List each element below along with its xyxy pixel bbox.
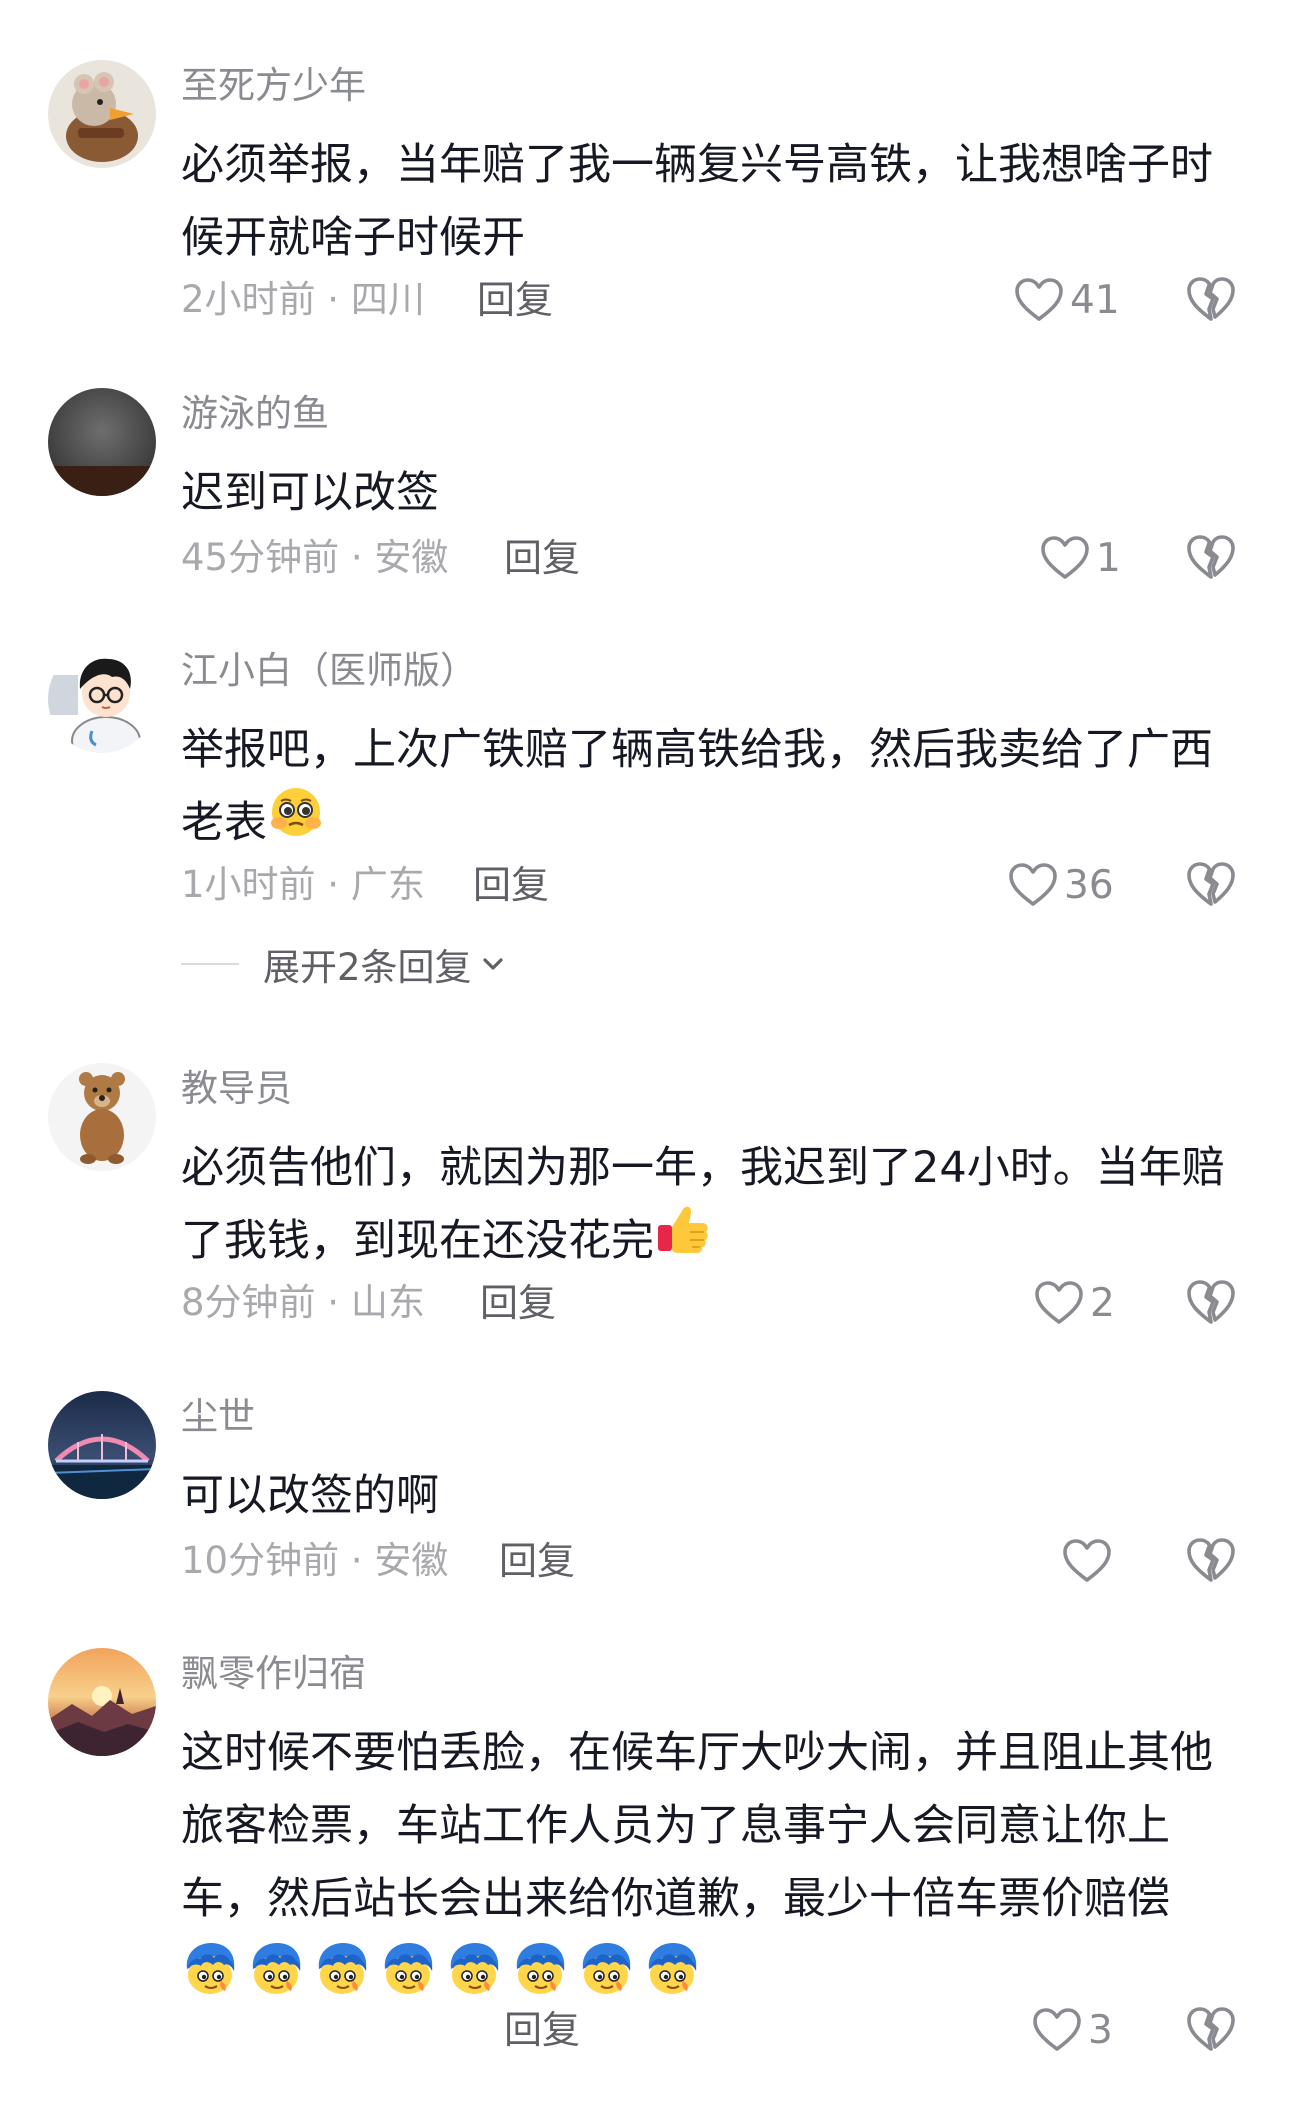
thumbs-up-emoji bbox=[654, 1199, 712, 1280]
comment-text: 这时候不要怕丢脸，在候车厅大吵大闹，并且阻止其他旅客检票，车站工作人员为了息事宁… bbox=[181, 1717, 1241, 2000]
heart-outline-icon bbox=[1014, 277, 1064, 323]
username[interactable]: 飘零作归宿 bbox=[181, 1652, 1241, 1696]
comment-text-content: 这时候不要怕丢脸，在候车厅大吵大闹，并且阻止其他旅客检票，车站工作人员为了息事宁… bbox=[181, 1728, 1213, 1924]
blue-hair-character-emoji bbox=[379, 1939, 437, 1997]
like-count: 41 bbox=[1070, 277, 1120, 323]
blue-hair-character-emoji bbox=[511, 1939, 569, 1997]
username[interactable]: 尘世 bbox=[181, 1395, 1241, 1439]
comment-meta: 8分钟前 · 山东 bbox=[181, 1281, 425, 1324]
dislike-button[interactable] bbox=[1186, 860, 1236, 910]
avatar[interactable] bbox=[48, 645, 156, 753]
broken-heart-outline-icon bbox=[1186, 1278, 1236, 1326]
expand-replies-button[interactable]: 展开2条回复 bbox=[181, 939, 508, 989]
comment-text-content: 举报吧，上次广铁赔了辆高铁给我，然后我卖给了广西老表 bbox=[181, 725, 1213, 848]
avatar[interactable] bbox=[48, 60, 156, 168]
blue-hair-character-emoji bbox=[313, 1939, 371, 1997]
avatar[interactable] bbox=[48, 388, 156, 496]
like-button[interactable]: 41 bbox=[1014, 272, 1120, 328]
broken-heart-outline-icon bbox=[1186, 533, 1236, 581]
heart-outline-icon bbox=[1062, 1538, 1112, 1584]
dislike-button[interactable] bbox=[1186, 275, 1236, 325]
comment-meta: 10分钟前 · 安徽 bbox=[181, 1539, 449, 1582]
reply-button[interactable]: 回复 bbox=[480, 1278, 556, 1328]
avatar[interactable] bbox=[48, 1391, 156, 1499]
like-button[interactable]: 1 bbox=[1040, 530, 1121, 586]
comment-text: 必须告他们，就因为那一年，我迟到了24小时。当年赔了我钱，到现在还没花完 bbox=[181, 1132, 1241, 1280]
like-count: 2 bbox=[1090, 1280, 1115, 1326]
comment-body: 教导员 必须告他们，就因为那一年，我迟到了24小时。当年赔了我钱，到现在还没花完 bbox=[181, 1067, 1241, 1280]
comment-body: 江小白（医师版） 举报吧，上次广铁赔了辆高铁给我，然后我卖给了广西老表 bbox=[181, 649, 1241, 862]
broken-heart-outline-icon bbox=[1186, 860, 1236, 908]
like-count: 1 bbox=[1096, 535, 1121, 581]
emoji-row bbox=[181, 1936, 1241, 2000]
dislike-button[interactable] bbox=[1186, 2005, 1236, 2055]
heart-outline-icon bbox=[1034, 1280, 1084, 1326]
dislike-button[interactable] bbox=[1186, 1536, 1236, 1586]
comment-meta: 2小时前 · 四川 bbox=[181, 278, 425, 321]
comment-text: 迟到可以改签 bbox=[181, 468, 439, 518]
reply-button[interactable]: 回复 bbox=[504, 533, 580, 583]
like-button[interactable]: 3 bbox=[1032, 2002, 1113, 2058]
blue-hair-character-emoji bbox=[181, 1939, 239, 1997]
comment-meta: 45分钟前 · 安徽 bbox=[181, 536, 449, 579]
blue-hair-character-emoji bbox=[247, 1939, 305, 1997]
broken-heart-outline-icon bbox=[1186, 1536, 1236, 1584]
comment-body: 尘世 可以改签的啊 bbox=[181, 1395, 1241, 1533]
broken-heart-outline-icon bbox=[1186, 275, 1236, 323]
comment-meta: 1小时前 · 广东 bbox=[181, 863, 425, 906]
broken-heart-outline-icon bbox=[1186, 2005, 1236, 2053]
like-count: 3 bbox=[1088, 2007, 1113, 2053]
comment-text: 举报吧，上次广铁赔了辆高铁给我，然后我卖给了广西老表 bbox=[181, 714, 1241, 862]
divider bbox=[181, 963, 239, 965]
heart-outline-icon bbox=[1032, 2007, 1082, 2053]
like-button[interactable]: 2 bbox=[1034, 1275, 1115, 1331]
like-count: 36 bbox=[1064, 862, 1114, 908]
comment-body: 飘零作归宿 这时候不要怕丢脸，在候车厅大吵大闹，并且阻止其他旅客检票，车站工作人… bbox=[181, 1652, 1241, 2000]
comment-body: 游泳的鱼 迟到可以改签 bbox=[181, 392, 1241, 530]
reply-button[interactable]: 回复 bbox=[473, 860, 549, 910]
comment-text: 可以改签的啊 bbox=[181, 1471, 439, 1521]
dislike-button[interactable] bbox=[1186, 1278, 1236, 1328]
username[interactable]: 江小白（医师版） bbox=[181, 649, 1241, 693]
comment-body: 至死方少年 必须举报，当年赔了我一辆复兴号高铁，让我想啥子时候开就啥子时候开 bbox=[181, 64, 1241, 275]
reply-button[interactable]: 回复 bbox=[477, 275, 553, 325]
like-button[interactable]: 36 bbox=[1008, 857, 1114, 913]
blue-hair-character-emoji bbox=[445, 1939, 503, 1997]
blue-hair-character-emoji bbox=[577, 1939, 635, 1997]
heart-outline-icon bbox=[1008, 862, 1058, 908]
pleading-face-emoji bbox=[267, 781, 325, 862]
like-button[interactable] bbox=[1062, 1533, 1118, 1589]
username[interactable]: 游泳的鱼 bbox=[181, 392, 1241, 436]
reply-button[interactable]: 回复 bbox=[499, 1536, 575, 1586]
username[interactable]: 至死方少年 bbox=[181, 64, 1241, 108]
comment-text: 必须举报，当年赔了我一辆复兴号高铁，让我想啥子时候开就啥子时候开 bbox=[181, 140, 1213, 263]
avatar[interactable] bbox=[48, 1648, 156, 1756]
expand-replies-label: 展开2条回复 bbox=[263, 946, 472, 989]
chevron-down-icon bbox=[482, 958, 503, 970]
reply-button[interactable]: 回复 bbox=[504, 2005, 580, 2055]
dislike-button[interactable] bbox=[1186, 533, 1236, 583]
username[interactable]: 教导员 bbox=[181, 1067, 1241, 1111]
heart-outline-icon bbox=[1040, 535, 1090, 581]
avatar[interactable] bbox=[48, 1063, 156, 1171]
blue-hair-character-emoji bbox=[643, 1939, 701, 1997]
